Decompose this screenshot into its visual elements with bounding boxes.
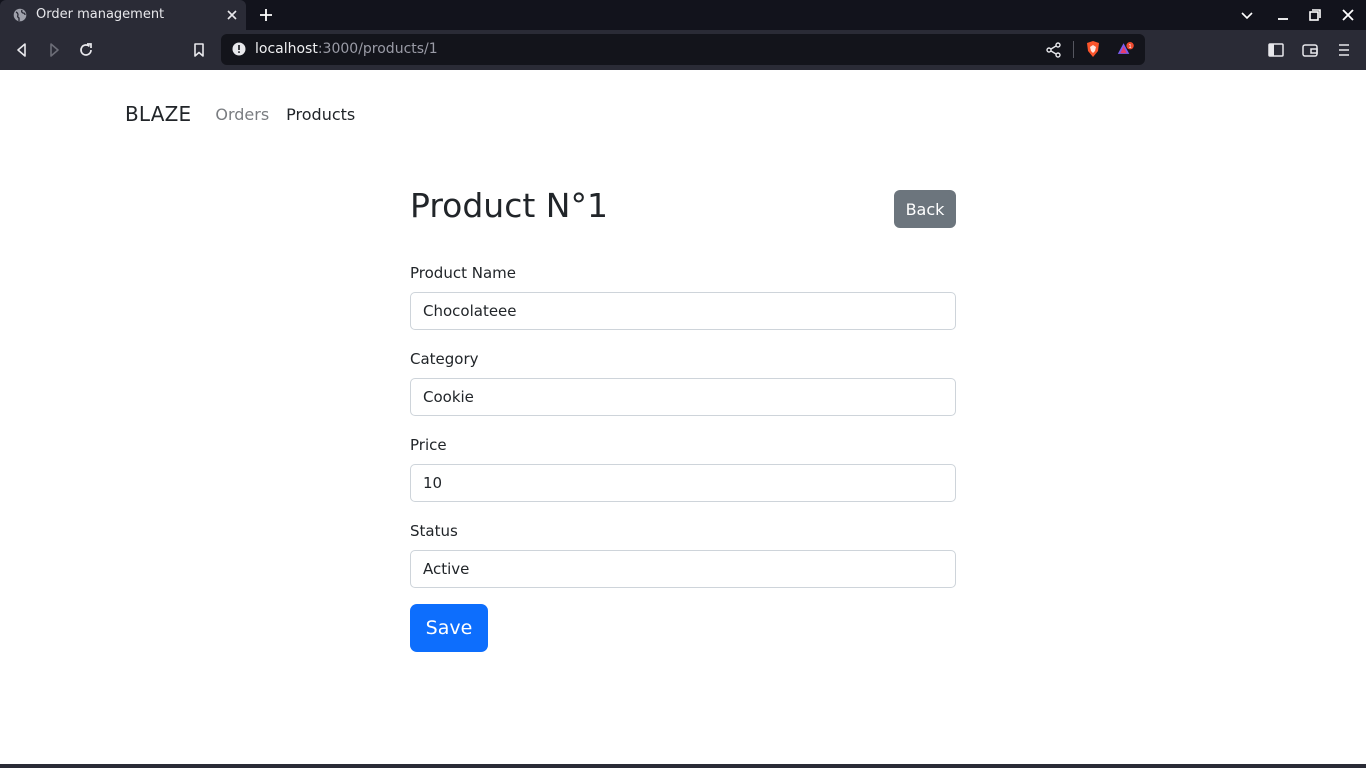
field-product-name: Product Name Chocolateee — [410, 262, 956, 330]
plus-icon[interactable] — [258, 7, 274, 23]
back-button[interactable]: Back — [894, 190, 956, 228]
heading-row: Product N°1 Back — [410, 180, 956, 238]
brave-shield-icon[interactable] — [1084, 40, 1102, 58]
share-icon[interactable] — [1045, 41, 1063, 59]
reload-icon[interactable] — [77, 41, 95, 59]
nav-link-orders[interactable]: Orders — [215, 105, 269, 124]
save-button[interactable]: Save — [410, 604, 488, 652]
url-path: :3000/products/1 — [317, 41, 438, 57]
bookmark-icon[interactable] — [190, 41, 208, 59]
brand-logo[interactable]: BLAZE — [125, 102, 191, 126]
wallet-icon[interactable] — [1301, 41, 1319, 59]
page-title: Product N°1 — [410, 186, 608, 225]
price-label: Price — [410, 436, 447, 454]
close-icon[interactable] — [224, 7, 240, 23]
status-label: Status — [410, 522, 458, 540]
maximize-icon[interactable] — [1307, 7, 1323, 23]
field-status: Status Active — [410, 520, 956, 588]
info-icon[interactable] — [232, 42, 246, 56]
category-input[interactable]: Cookie — [410, 378, 956, 416]
field-category: Category Cookie — [410, 348, 956, 416]
category-label: Category — [410, 350, 479, 368]
url-host: localhost — [255, 41, 318, 57]
chevron-down-icon[interactable] — [1239, 7, 1255, 23]
page-content: BLAZE Orders Products Product N°1 Back P… — [0, 70, 1366, 764]
tab-title: Order management — [36, 7, 165, 22]
nav-link-products[interactable]: Products — [286, 105, 355, 124]
brave-rewards-icon[interactable]: 1 — [1117, 40, 1135, 58]
product-form: Product Name Chocolateee Category Cookie… — [410, 262, 956, 588]
url-text[interactable]: localhost:3000/products/1 — [255, 41, 438, 57]
menu-icon[interactable] — [1335, 41, 1353, 59]
status-input[interactable]: Active — [410, 550, 956, 588]
minimize-icon[interactable] — [1275, 7, 1291, 23]
forward-icon — [50, 43, 59, 57]
browser-tab-strip: Order management — [0, 0, 1366, 30]
sidebar-icon[interactable] — [1267, 41, 1285, 59]
back-icon[interactable] — [13, 41, 31, 59]
rewards-badge: 1 — [1129, 44, 1132, 50]
close-window-icon[interactable] — [1340, 7, 1356, 23]
url-separator — [1073, 41, 1074, 58]
bottom-strip — [0, 764, 1366, 768]
product-form-container: Product N°1 Back Product Name Chocolatee… — [410, 180, 956, 652]
globe-icon — [13, 8, 27, 22]
product-name-label: Product Name — [410, 264, 516, 282]
product-name-input[interactable]: Chocolateee — [410, 292, 956, 330]
browser-tab[interactable]: Order management — [0, 0, 246, 30]
field-price: Price 10 — [410, 434, 956, 502]
address-bar[interactable]: localhost:3000/products/1 1 — [221, 34, 1145, 65]
browser-toolbar: localhost:3000/products/1 1 — [0, 30, 1366, 70]
navbar: BLAZE Orders Products — [125, 102, 372, 126]
price-input[interactable]: 10 — [410, 464, 956, 502]
